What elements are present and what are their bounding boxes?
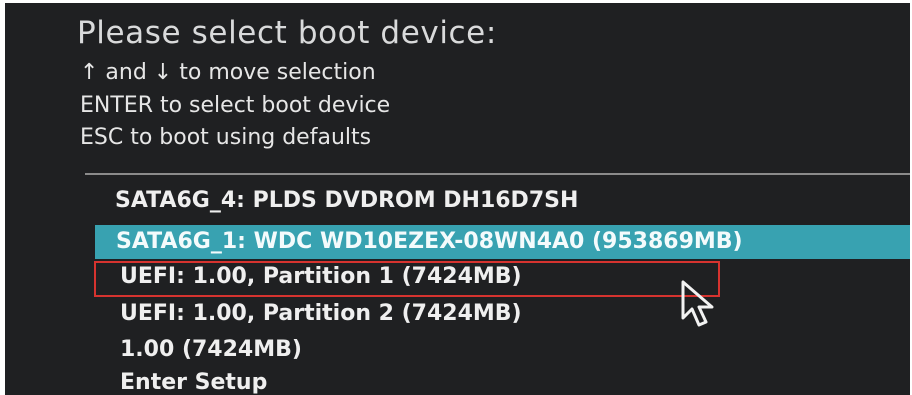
page-title: Please select boot device: xyxy=(77,15,497,51)
annotation-highlight-box xyxy=(94,261,720,297)
help-text-esc: ESC to boot using defaults xyxy=(80,125,372,150)
boot-menu-screen: Please select boot device: ↑ and ↓ to mo… xyxy=(5,3,910,395)
divider xyxy=(85,173,910,175)
boot-option-usb[interactable]: 1.00 (7424MB) xyxy=(120,337,302,362)
mouse-cursor-icon xyxy=(681,280,714,327)
boot-option-enter-setup[interactable]: Enter Setup xyxy=(120,370,267,395)
boot-option-uefi-partition-2[interactable]: UEFI: 1.00, Partition 2 (7424MB) xyxy=(120,301,522,326)
help-text-move: ↑ and ↓ to move selection xyxy=(80,60,376,85)
boot-option-hdd-selected[interactable]: SATA6G_1: WDC WD10EZEX-08WN4A0 (953869MB… xyxy=(95,225,910,259)
help-text-enter: ENTER to select boot device xyxy=(80,93,391,118)
boot-option-dvdrom[interactable]: SATA6G_4: PLDS DVDROM DH16D7SH xyxy=(115,188,578,213)
